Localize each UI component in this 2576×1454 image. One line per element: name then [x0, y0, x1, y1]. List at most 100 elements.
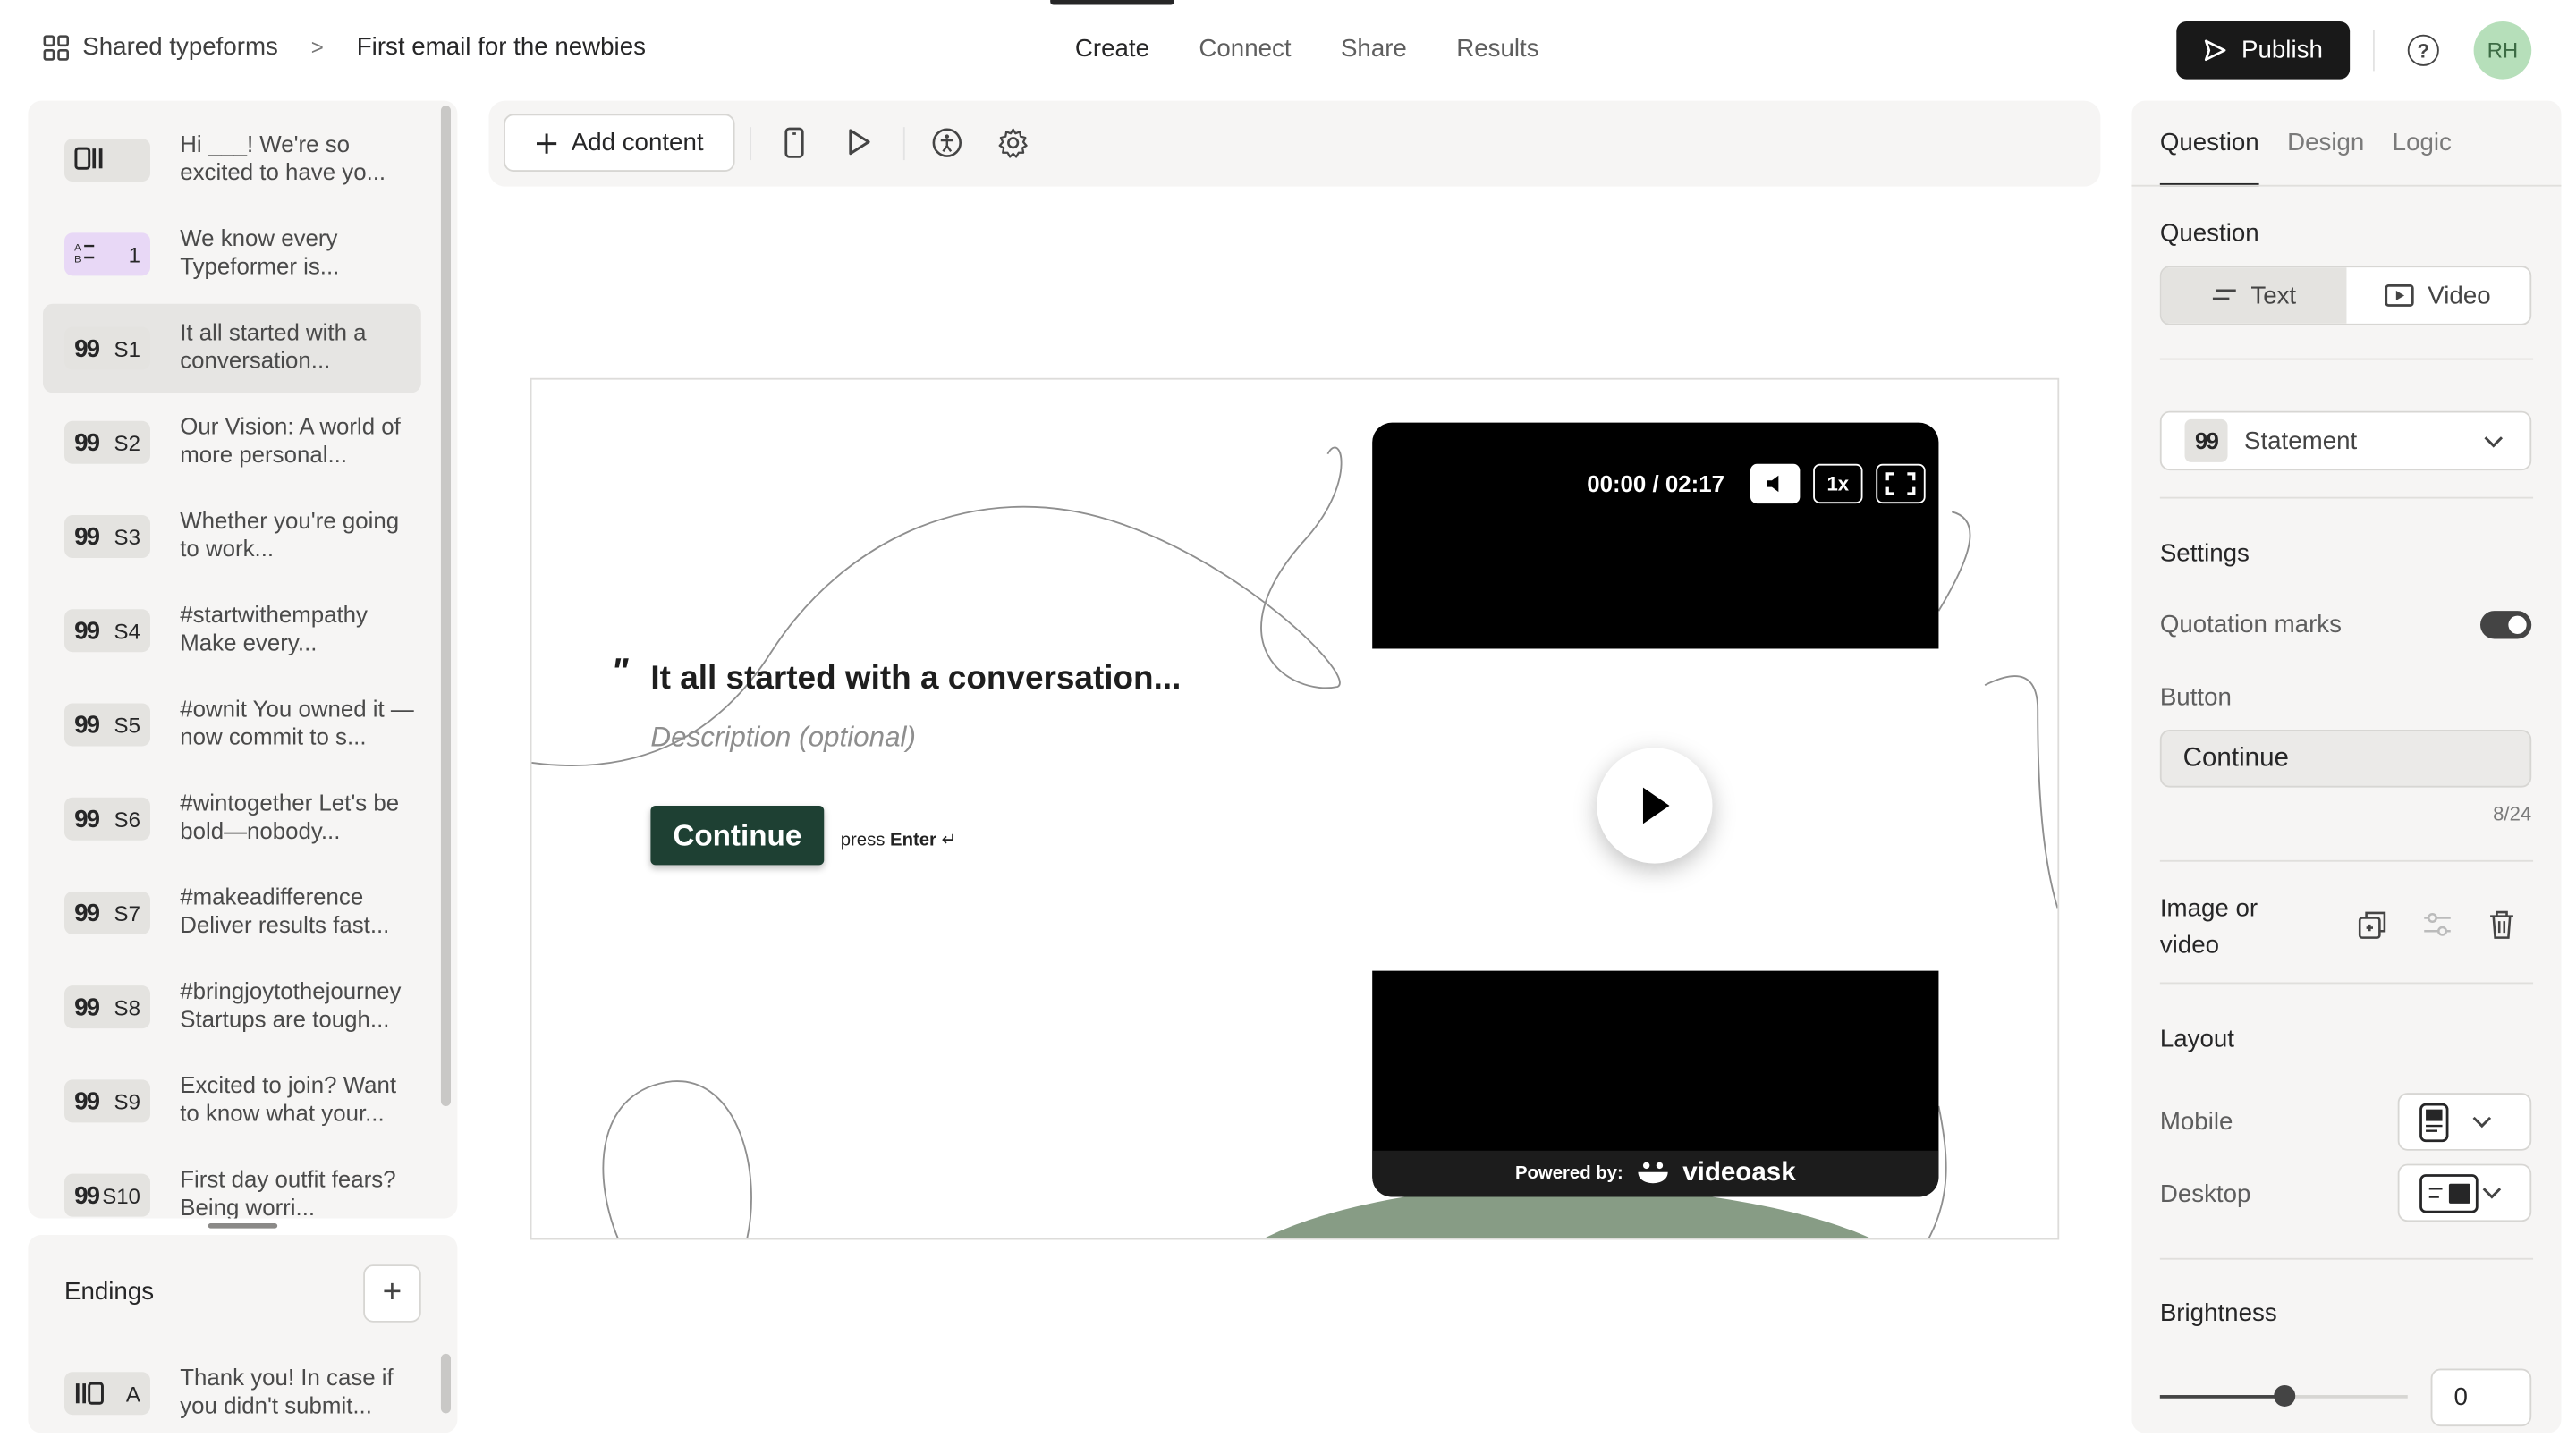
chevron-right-icon: > — [310, 34, 324, 60]
tab-create[interactable]: Create — [1050, 0, 1174, 99]
question-item[interactable]: 99 S8 #bringjoytothejourney Startups are t… — [43, 962, 421, 1052]
fullscreen-icon[interactable] — [1876, 463, 1926, 504]
question-number: S7 — [114, 900, 140, 926]
statement-icon: 99 — [74, 899, 100, 927]
video-player-top[interactable]: 00:00 / 02:17 1x — [1372, 422, 1939, 649]
chevron-down-icon — [2482, 1187, 2502, 1198]
tab-results[interactable]: Results — [1432, 0, 1564, 99]
endings-title: Endings — [64, 1277, 155, 1306]
tab-logic[interactable]: Logic — [2393, 101, 2452, 187]
settings-panel: Question Design Logic Question Text Vide… — [2131, 100, 2562, 1433]
question-item[interactable]: 99 S3 Whether you're going to work... — [43, 492, 421, 581]
play-preview-icon[interactable] — [843, 125, 876, 158]
add-media-icon[interactable] — [2357, 908, 2390, 941]
add-ending-button[interactable]: + — [363, 1264, 421, 1323]
breadcrumb-form-title[interactable]: First email for the newbies — [357, 33, 646, 61]
image-or-video-label-line1: Image or — [2159, 894, 2258, 924]
panel-resize-handle[interactable] — [208, 1223, 278, 1229]
question-item[interactable]: 99 S10 First day outfit fears? Being worri… — [43, 1151, 421, 1218]
question-text: Hi ___! We're so excited to have yo... — [180, 130, 386, 185]
description-placeholder[interactable]: Description (optional) — [650, 722, 916, 755]
brightness-slider[interactable] — [2159, 1384, 2408, 1407]
ranking-icon: AB — [74, 241, 104, 268]
mobile-layout-select[interactable] — [2397, 1093, 2532, 1151]
quotation-marks-toggle[interactable] — [2479, 611, 2532, 639]
question-text: Our Vision: A world of more personal... — [180, 412, 401, 468]
statement-icon: 99 — [74, 428, 100, 457]
question-number: S2 — [114, 429, 140, 455]
breadcrumb-workspace[interactable]: Shared typeforms — [82, 33, 278, 61]
grid-icon — [43, 34, 69, 60]
question-type-video[interactable]: Video — [2346, 267, 2530, 324]
top-bar: Shared typeforms > First email for the n… — [0, 0, 2576, 99]
question-number: S5 — [114, 712, 140, 738]
tab-share[interactable]: Share — [1316, 0, 1431, 99]
question-text: Excited to join? Want to know what your.… — [180, 1071, 397, 1127]
playback-speed-button[interactable]: 1x — [1813, 463, 1863, 504]
button-label: Button — [2159, 683, 2232, 712]
question-item[interactable]: 99 S7 #makeadifference Deliver results fas… — [43, 868, 421, 958]
video-play-button[interactable] — [1597, 748, 1713, 864]
question-item[interactable]: 99 S2 Our Vision: A world of more personal… — [43, 398, 421, 487]
mute-icon[interactable] — [1750, 463, 1801, 504]
statement-icon: 99 — [74, 616, 100, 645]
question-text: #startwithempathy Make every... — [180, 601, 368, 655]
button-text-input[interactable]: Continue — [2159, 730, 2532, 788]
question-item[interactable]: 99 S9 Excited to join? Want to know what y… — [43, 1057, 421, 1146]
avatar[interactable]: RH — [2473, 21, 2532, 80]
tab-design[interactable]: Design — [2287, 101, 2364, 187]
powered-by-label: Powered by: — [1514, 1163, 1623, 1184]
add-content-button[interactable]: Add content — [504, 114, 735, 173]
endings-panel: Endings + A Thank you! In case if you di… — [28, 1234, 458, 1433]
question-item[interactable]: A B 1 We know every Typeformer is... — [43, 209, 421, 299]
brightness-slider-handle[interactable] — [2274, 1384, 2296, 1407]
question-item[interactable]: 99 S4 #startwithempathy Make every... — [43, 586, 421, 675]
continue-button[interactable]: Continue — [650, 805, 825, 866]
ending-screen-icon — [75, 1382, 104, 1405]
statement-icon: 99 — [74, 1086, 100, 1116]
publish-button[interactable]: Publish — [2176, 21, 2351, 80]
accessibility-icon[interactable] — [929, 125, 962, 158]
desktop-layout-select[interactable] — [2397, 1163, 2532, 1222]
settings-gear-icon[interactable] — [996, 125, 1029, 158]
help-icon[interactable]: ? — [2407, 34, 2439, 66]
question-number: S1 — [114, 335, 140, 361]
question-item[interactable]: 99 S6 #wintogether Let's be bold—nobody... — [43, 774, 421, 864]
statement-icon: 99 — [74, 710, 100, 740]
editor-toolbar: Add content — [488, 100, 2101, 187]
question-item[interactable]: 99 S1 It all started with a conversation..… — [43, 303, 421, 393]
brightness-value-input[interactable]: 0 — [2430, 1368, 2532, 1427]
divider — [2159, 358, 2534, 360]
ending-badge: A — [64, 1372, 151, 1416]
divider — [2372, 30, 2375, 72]
ending-item[interactable]: A Thank you! In case if you didn't submi… — [43, 1348, 421, 1438]
delete-media-icon[interactable] — [2486, 908, 2519, 941]
image-or-video-label: Image or video — [2160, 892, 2258, 964]
question-type-select-value: Statement — [2243, 427, 2358, 455]
question-badge: 99 S5 — [64, 703, 151, 747]
divider — [902, 127, 905, 161]
endings-scrollbar[interactable] — [440, 1353, 452, 1414]
breadcrumb: Shared typeforms > First email for the n… — [43, 33, 646, 61]
tab-connect[interactable]: Connect — [1174, 0, 1317, 99]
question-type-text[interactable]: Text — [2161, 267, 2346, 324]
tab-question[interactable]: Question — [2159, 101, 2259, 187]
question-type-select[interactable]: 99 Statement — [2159, 410, 2532, 471]
question-type-text-label: Text — [2250, 281, 2297, 310]
question-badge: 99 S2 — [64, 420, 151, 464]
question-item[interactable]: 99 S5 #ownit You owned it —now commit to s… — [43, 681, 421, 770]
publish-label: Publish — [2241, 36, 2323, 65]
ending-text: Thank you! In case if you didn't submit.… — [180, 1363, 394, 1418]
statement-title[interactable]: It all started with a conversation... — [650, 660, 1181, 697]
statement-icon: 99 — [74, 993, 100, 1021]
question-item[interactable]: Hi ___! We're so excited to have yo... — [43, 115, 421, 205]
mobile-preview-icon[interactable] — [778, 125, 811, 158]
videoask-branding[interactable]: Powered by: videoask — [1372, 1150, 1939, 1197]
question-list-scrollbar[interactable] — [440, 106, 452, 1106]
divider — [2159, 1257, 2534, 1260]
quotation-mark: " — [611, 650, 629, 692]
plus-icon — [536, 132, 557, 153]
video-player-bottom[interactable]: Powered by: videoask — [1372, 970, 1939, 1197]
question-section-title: Question — [2159, 219, 2259, 248]
press-enter-hint: press Enter ↵ — [841, 829, 957, 850]
